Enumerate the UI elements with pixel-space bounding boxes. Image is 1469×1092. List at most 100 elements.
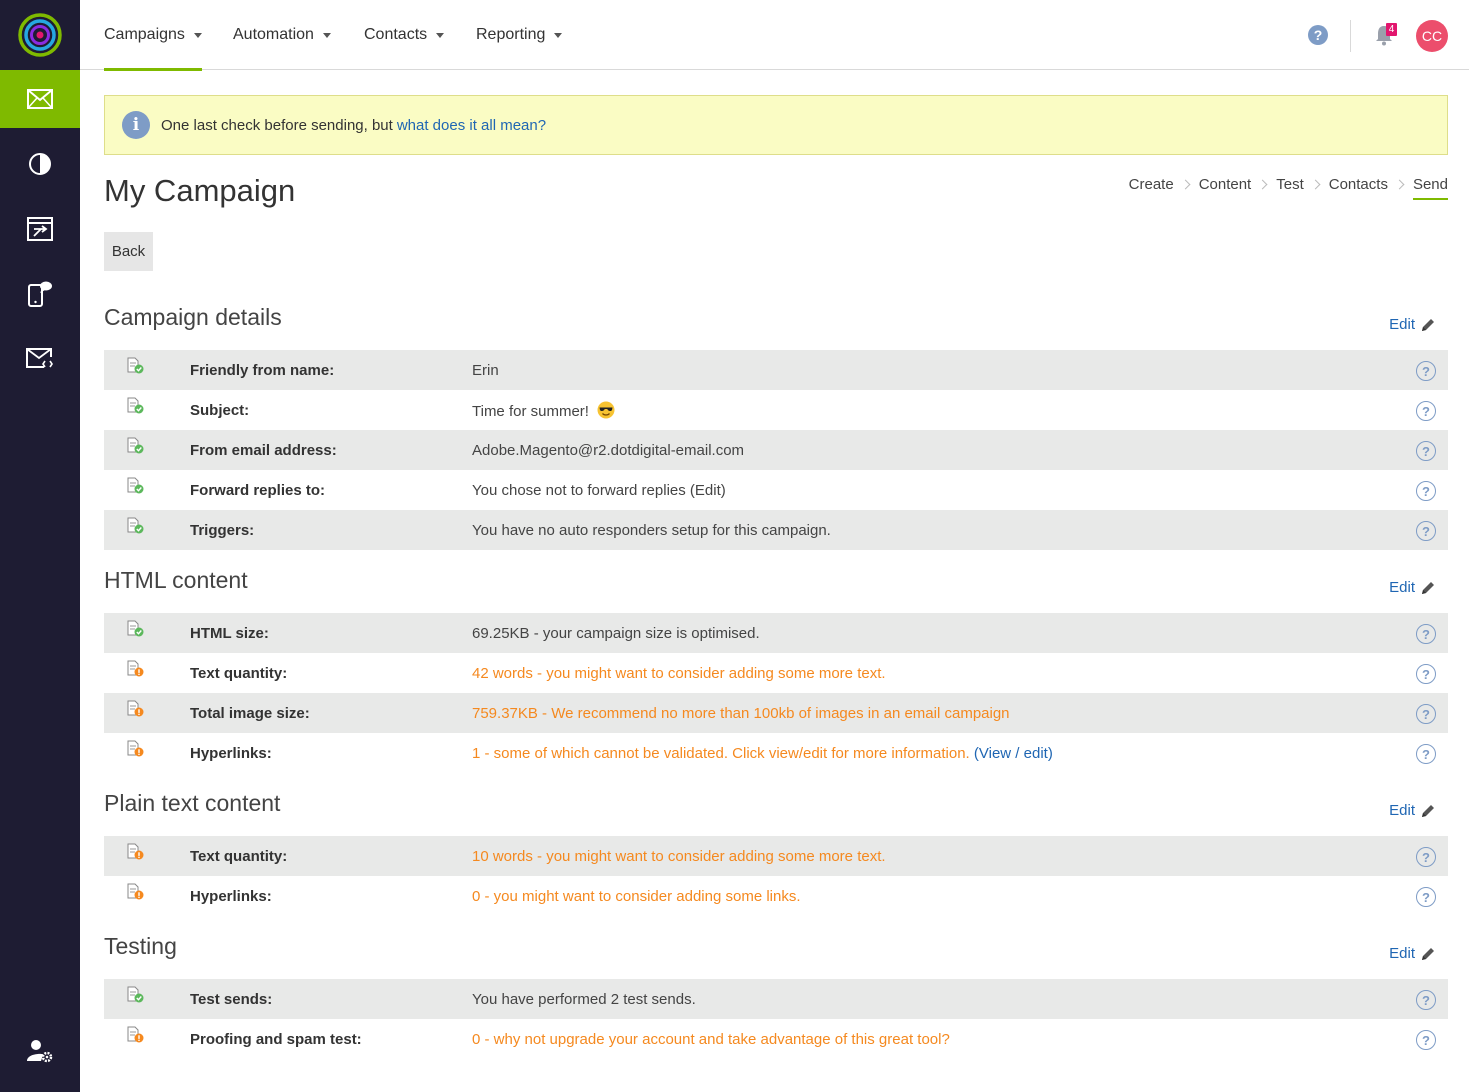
- nav-contacts[interactable]: Contacts: [364, 0, 445, 70]
- pencil-icon: [1422, 318, 1434, 331]
- edit-campaign-details-link[interactable]: Edit: [1389, 316, 1436, 333]
- alert-help-link[interactable]: what does it all mean?: [397, 117, 546, 134]
- help-icon[interactable]: ?: [1416, 361, 1436, 381]
- help-icon[interactable]: ?: [1416, 847, 1436, 867]
- info-alert: i One last check before sending, but wha…: [104, 95, 1448, 155]
- sunglasses-emoji-icon: [597, 401, 615, 418]
- sidebar-item-sms[interactable]: [0, 265, 80, 323]
- document-warning-icon: [127, 1026, 144, 1043]
- row-label: Hyperlinks:: [190, 744, 272, 762]
- row-label: Test sends:: [190, 990, 273, 1008]
- chevron-right-icon: [1180, 179, 1191, 190]
- row-value: You have no auto responders setup for th…: [472, 521, 831, 539]
- list-item: Triggers: You have no auto responders se…: [104, 510, 1448, 550]
- chevron-down-icon: [193, 33, 202, 38]
- back-button[interactable]: Back: [104, 232, 153, 271]
- document-warning-icon: [127, 883, 144, 900]
- help-icon[interactable]: ?: [1416, 481, 1436, 501]
- step-create[interactable]: Create: [1129, 176, 1174, 199]
- help-icon[interactable]: ?: [1416, 521, 1436, 541]
- list-item: Forward replies to: You chose not to for…: [104, 470, 1448, 510]
- dotdigital-logo-icon[interactable]: [17, 12, 63, 58]
- sidebar-item-transactional[interactable]: [0, 330, 80, 388]
- chevron-down-icon: [322, 33, 331, 38]
- help-icon[interactable]: ?: [1416, 401, 1436, 421]
- row-value: 0 - you might want to consider adding so…: [472, 887, 801, 905]
- row-label: From email address:: [190, 441, 337, 459]
- edit-testing-link[interactable]: Edit: [1389, 945, 1436, 962]
- document-warning-icon: [127, 740, 144, 757]
- help-icon[interactable]: ?: [1416, 664, 1436, 684]
- sidebar-item-reporting[interactable]: [0, 135, 80, 193]
- help-icon[interactable]: ?: [1416, 744, 1436, 764]
- nav-campaigns[interactable]: Campaigns: [104, 0, 202, 71]
- document-warning-icon: [127, 843, 144, 860]
- reporting-pie-icon: [29, 153, 51, 175]
- account-settings-icon: [27, 1040, 53, 1063]
- document-check-icon: [127, 357, 144, 374]
- testing-list: Test sends: You have performed 2 test se…: [104, 979, 1448, 1059]
- row-value-hyperlinks: 1 - some of which cannot be validated. C…: [472, 745, 1053, 762]
- automation-program-icon: [27, 217, 53, 241]
- section-title-plain-text: Plain text content: [104, 790, 281, 816]
- section-title-html-content: HTML content: [104, 567, 248, 593]
- sidebar-item-automation[interactable]: [0, 200, 80, 258]
- edit-plain-text-link[interactable]: Edit: [1389, 802, 1436, 819]
- document-warning-icon: [127, 660, 144, 677]
- sidebar: [0, 0, 80, 1092]
- nav-campaigns-label: Campaigns: [104, 26, 185, 43]
- user-avatar[interactable]: CC: [1416, 20, 1448, 52]
- document-check-icon: [127, 620, 144, 637]
- list-item: HTML size: 69.25KB - your campaign size …: [104, 613, 1448, 653]
- edit-label: Edit: [1389, 945, 1415, 962]
- row-label: Friendly from name:: [190, 361, 335, 379]
- nav-automation-label: Automation: [233, 26, 314, 43]
- row-label: Text quantity:: [190, 664, 288, 682]
- edit-html-content-link[interactable]: Edit: [1389, 579, 1436, 596]
- list-item: Hyperlinks: 0 - you might want to consid…: [104, 876, 1448, 916]
- help-icon[interactable]: ?: [1416, 441, 1436, 461]
- step-send[interactable]: Send: [1412, 176, 1449, 200]
- row-value: 69.25KB - your campaign size is optimise…: [472, 624, 760, 642]
- help-icon[interactable]: ?: [1416, 1030, 1436, 1050]
- campaign-details-list: Friendly from name: Erin ? Subject: Time…: [104, 350, 1448, 550]
- step-test[interactable]: Test: [1276, 176, 1304, 199]
- help-icon[interactable]: ?: [1416, 704, 1436, 724]
- info-icon: i: [122, 111, 150, 139]
- step-content[interactable]: Content: [1199, 176, 1252, 199]
- row-label: Text quantity:: [190, 847, 288, 865]
- list-item: Hyperlinks: 1 - some of which cannot be …: [104, 733, 1448, 773]
- row-label: HTML size:: [190, 624, 269, 642]
- pencil-icon: [1422, 581, 1434, 594]
- sidebar-item-campaigns[interactable]: [0, 70, 80, 128]
- row-value: 42 words - you might want to consider ad…: [472, 664, 886, 682]
- document-check-icon: [127, 986, 144, 1003]
- help-icon[interactable]: ?: [1416, 990, 1436, 1010]
- chevron-down-icon: [436, 33, 445, 38]
- row-label: Triggers:: [190, 521, 255, 539]
- list-item: Total image size: 759.37KB - We recommen…: [104, 693, 1448, 733]
- chevron-right-icon: [1310, 179, 1321, 190]
- row-value: 10 words - you might want to consider ad…: [472, 847, 886, 865]
- document-check-icon: [127, 517, 144, 534]
- help-icon[interactable]: ?: [1416, 624, 1436, 644]
- chevron-down-icon: [554, 33, 563, 38]
- help-icon[interactable]: ?: [1416, 887, 1436, 907]
- list-item: Text quantity: 10 words - you might want…: [104, 836, 1448, 876]
- notification-badge: 4: [1386, 23, 1397, 36]
- campaign-steps: Create Content Test Contacts Send: [1129, 176, 1449, 200]
- row-value: Erin: [472, 361, 499, 379]
- html-content-list: HTML size: 69.25KB - your campaign size …: [104, 613, 1448, 773]
- row-value-subject: Time for summer!: [472, 401, 615, 420]
- help-icon[interactable]: ?: [1308, 25, 1328, 45]
- chevron-right-icon: [1394, 179, 1405, 190]
- sidebar-item-account-settings[interactable]: [0, 1022, 80, 1080]
- list-item: From email address: Adobe.Magento@r2.dot…: [104, 430, 1448, 470]
- nav-reporting[interactable]: Reporting: [476, 0, 563, 70]
- row-label: Hyperlinks:: [190, 887, 272, 905]
- row-value: You chose not to forward replies (Edit): [472, 481, 726, 499]
- view-edit-links-link[interactable]: (View / edit): [974, 745, 1053, 762]
- step-contacts[interactable]: Contacts: [1329, 176, 1388, 199]
- nav-automation[interactable]: Automation: [233, 0, 331, 70]
- pencil-icon: [1422, 947, 1434, 960]
